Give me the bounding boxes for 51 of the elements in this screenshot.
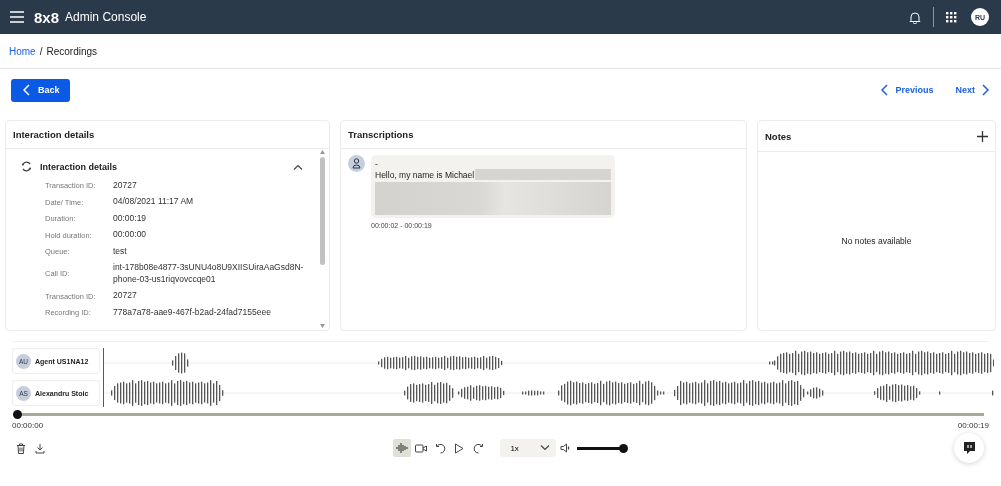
panel-title: Notes	[765, 130, 793, 142]
speaker-name: -	[375, 159, 379, 169]
speaker-avatar	[348, 155, 365, 172]
apps-grid-icon[interactable]	[946, 11, 957, 23]
previous-link[interactable]: Previous	[881, 84, 934, 96]
breadcrumb-link[interactable]: Home	[9, 45, 36, 57]
waveform-toggle-icon	[396, 443, 409, 453]
field-value: 778a7a78-aae9-467f-b2ad-24fad7155eee	[113, 306, 272, 319]
video-camera-icon	[415, 443, 428, 453]
field-value: 20727	[113, 180, 138, 192]
chevron-down-icon	[540, 445, 551, 451]
menu-icon[interactable]	[10, 11, 24, 23]
message-text: Hello, my name is Michael	[375, 169, 475, 180]
chat-button[interactable]	[954, 433, 984, 463]
total-time: 00:00:19	[957, 421, 989, 430]
chevron-left-icon	[23, 84, 31, 96]
logo-text: 8x8	[34, 8, 60, 26]
chevron-left-icon	[881, 84, 890, 96]
field-value: int-178b08e4877-3sUNU4o8U9XIISUiraAaGsd8N-phone-03-us1riqvovccqe01	[113, 262, 305, 286]
trash-icon	[16, 442, 26, 454]
breadcrumb-current: Recordings	[46, 45, 98, 57]
elapsed-time: 00:00:00	[12, 421, 44, 430]
download-icon	[35, 442, 45, 454]
add-icon[interactable]	[977, 130, 988, 142]
chevron-right-icon	[981, 84, 989, 96]
next-link[interactable]: Next	[955, 84, 989, 96]
scrollbar[interactable]	[319, 149, 326, 329]
panel-title: Interaction details	[13, 129, 96, 140]
panel-title: Transcriptions	[348, 129, 415, 140]
chevron-up-icon[interactable]	[293, 163, 303, 170]
field-value: 00:00:19	[113, 212, 148, 225]
forward-icon	[472, 442, 484, 454]
bell-icon[interactable]	[909, 10, 921, 24]
play-icon	[454, 442, 465, 454]
chat-icon	[962, 441, 976, 455]
waveform-toggle-button[interactable]	[393, 439, 412, 457]
field-value: 20727	[113, 290, 138, 302]
breadcrumb-separator: /	[39, 45, 43, 57]
field-value: 04/08/2021 11:17 AM	[113, 196, 195, 208]
field-value: test	[113, 245, 128, 258]
volume-icon[interactable]	[560, 443, 572, 453]
rewind-icon	[434, 442, 446, 454]
progress-thumb[interactable]	[12, 410, 22, 419]
section-title: Interaction details	[40, 161, 119, 172]
app-title: Admin Console	[65, 10, 147, 24]
empty-message: No notes available	[841, 236, 912, 246]
interaction-icon	[21, 161, 32, 172]
back-button[interactable]: Back	[11, 78, 70, 102]
speed-dropdown[interactable]: 1x	[500, 439, 557, 457]
volume-thumb[interactable]	[618, 443, 628, 453]
field-value: 00:00:00	[113, 229, 148, 241]
